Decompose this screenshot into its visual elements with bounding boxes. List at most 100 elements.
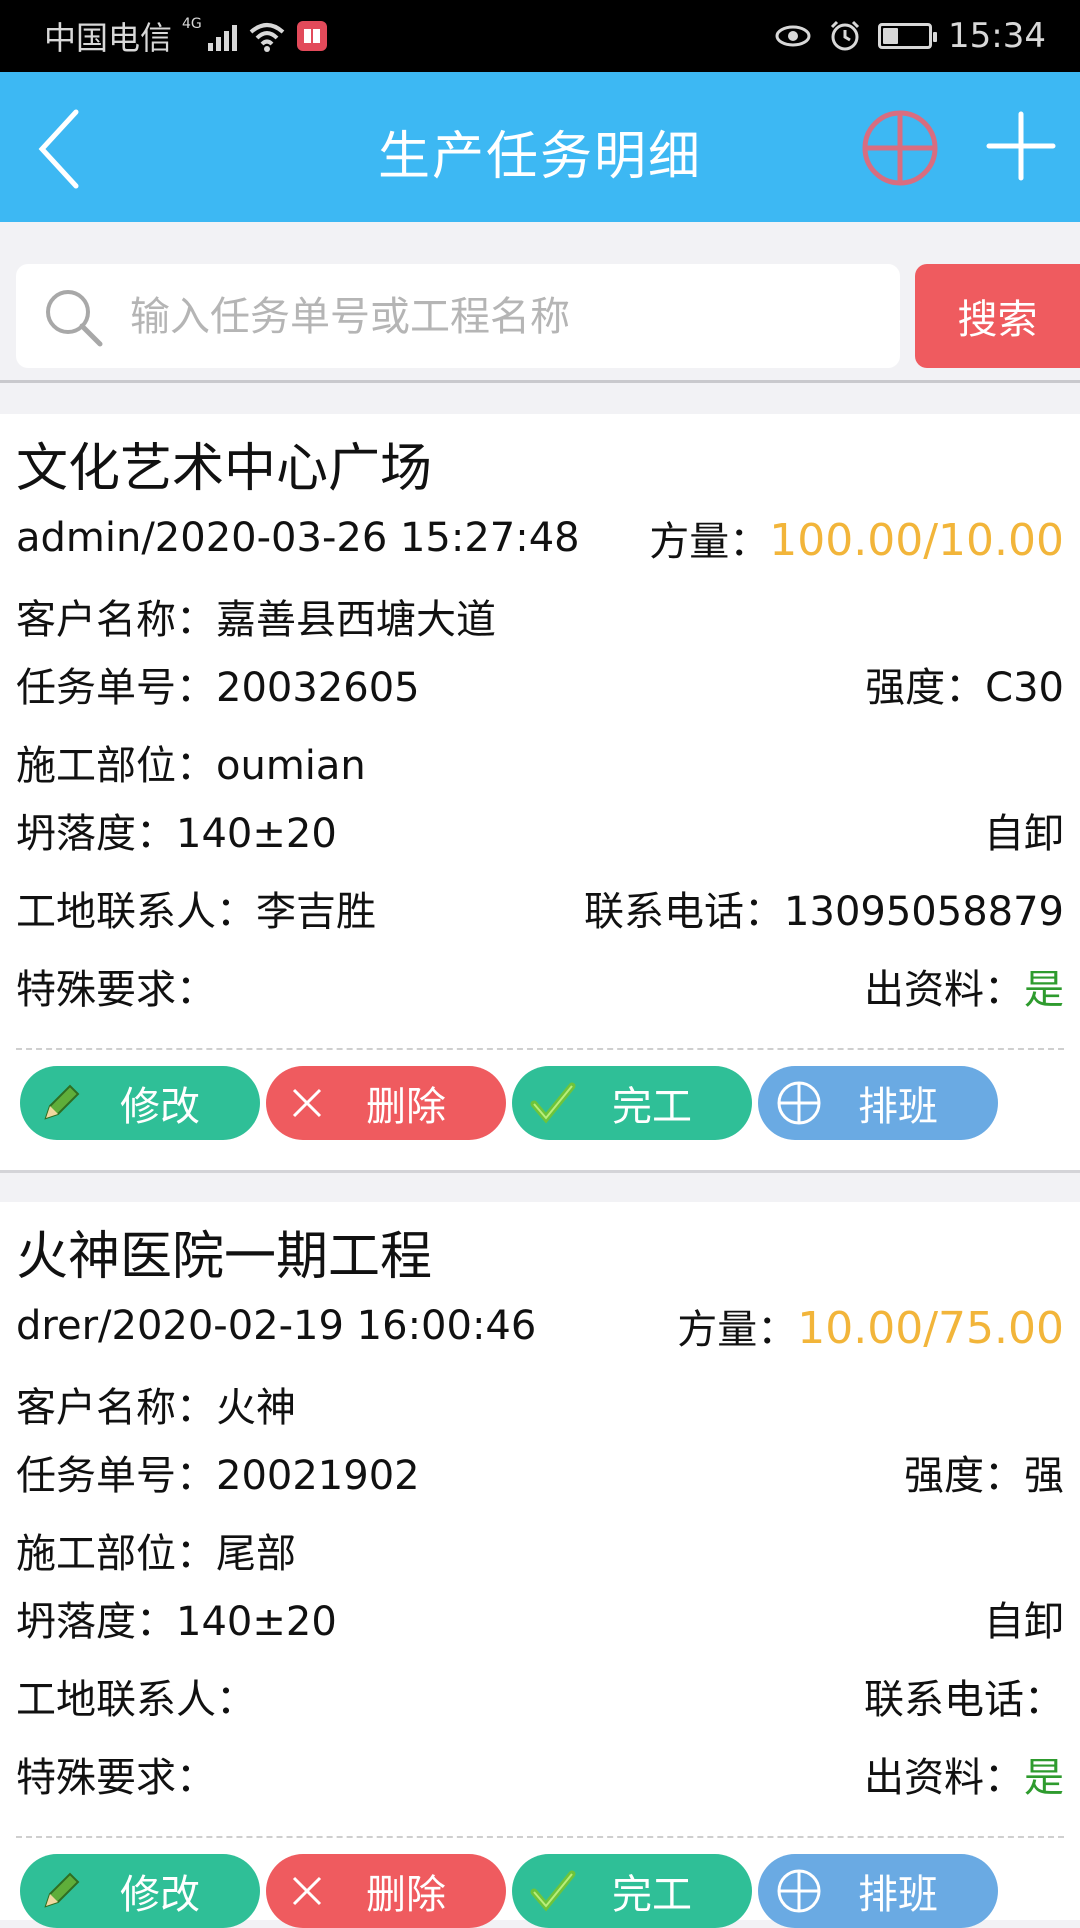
contact-row: 工地联系人：李吉胜 联系电话：13095058879: [16, 880, 1064, 936]
special-label: 特殊要求：: [16, 967, 216, 1013]
creator-time: drer/2020-02-19 16:00:46: [16, 1303, 537, 1349]
task-no-row: 任务单号：20021902 强度：强: [16, 1444, 1064, 1500]
site-part-value: oumian: [216, 743, 366, 789]
add-icon[interactable]: [985, 110, 1057, 182]
slump-value: 140±20: [176, 1599, 337, 1645]
edit-button[interactable]: 修改: [20, 1066, 260, 1140]
amount-value: 100.00/10.00: [769, 515, 1064, 566]
unload-mode: 自卸: [984, 811, 1064, 857]
phone-label: 联系电话：: [584, 889, 785, 935]
creator-amount-row: drer/2020-02-19 16:00:46 方量：10.00/75.00: [16, 1298, 1064, 1354]
special-row: 特殊要求： 出资料：是: [16, 1746, 1064, 1802]
task-no-label: 任务单号：: [16, 665, 216, 711]
slump-label: 坍落度：: [16, 1599, 176, 1645]
amount-label: 方量：: [677, 1307, 798, 1353]
delete-button[interactable]: 删除: [266, 1854, 506, 1928]
contact-row: 工地联系人： 联系电话：: [16, 1668, 1064, 1724]
slump-label: 坍落度：: [16, 811, 176, 857]
wifi-icon: [249, 23, 285, 52]
status-right: 15:34: [774, 16, 1046, 56]
creator-amount-row: admin/2020-03-26 15:27:48 方量：100.00/10.0…: [16, 510, 1064, 566]
task-no-value: 20021902: [216, 1453, 420, 1499]
carrier-name: 中国电信: [44, 19, 173, 57]
strength-label: 强度：: [865, 665, 986, 711]
unload-mode: 自卸: [984, 1599, 1064, 1645]
action-bar: 修改 删除 完工 排班: [20, 1854, 998, 1928]
edit-label: 修改: [120, 1872, 200, 1918]
schedule-button[interactable]: 排班: [758, 1854, 998, 1928]
edit-button[interactable]: 修改: [20, 1854, 260, 1928]
search-input[interactable]: [128, 264, 884, 370]
edit-label: 修改: [120, 1084, 200, 1130]
card-divider: [0, 1170, 1080, 1173]
divider: [0, 380, 1080, 383]
network-type: 4G: [182, 16, 202, 32]
delete-button[interactable]: 删除: [266, 1066, 506, 1140]
amount-field: 方量：100.00/10.00: [649, 509, 1064, 567]
strength-value: 强: [1024, 1453, 1064, 1499]
docs-label: 出资料：: [864, 1755, 1024, 1801]
creator-time: admin/2020-03-26 15:27:48: [16, 515, 580, 561]
amount-label: 方量：: [649, 519, 770, 565]
search-box: [16, 264, 900, 370]
docs-label: 出资料：: [864, 967, 1024, 1013]
delete-label: 删除: [366, 1084, 446, 1130]
schedule-button[interactable]: 排班: [758, 1066, 998, 1140]
docs-value: 是: [1024, 1755, 1064, 1801]
notification-app-icon: [296, 21, 327, 51]
project-name: 文化艺术中心广场: [16, 439, 433, 499]
schedule-label: 排班: [858, 1084, 938, 1130]
phone-value[interactable]: 13095058879: [784, 889, 1064, 935]
dashed-divider: [16, 1048, 1064, 1050]
slump-row: 坍落度：140±20 自卸: [16, 1590, 1064, 1646]
customer-row: 客户名称：嘉善县西塘大道: [16, 588, 1064, 644]
complete-button[interactable]: 完工: [512, 1854, 752, 1928]
phone-label: 联系电话：: [864, 1677, 1064, 1723]
slump-row: 坍落度：140±20 自卸: [16, 802, 1064, 858]
project-name: 火神医院一期工程: [16, 1227, 433, 1287]
strength-label: 强度：: [904, 1453, 1024, 1499]
customer-value: 嘉善县西塘大道: [216, 597, 496, 643]
search-icon: [46, 290, 103, 347]
customer-row: 客户名称：火神: [16, 1376, 1064, 1432]
complete-label: 完工: [612, 1084, 692, 1130]
customer-label: 客户名称：: [16, 1385, 216, 1431]
special-row: 特殊要求： 出资料：是: [16, 958, 1064, 1014]
clock-time: 15:34: [948, 16, 1046, 56]
search-button[interactable]: 搜索: [915, 264, 1080, 368]
search-bar: 搜索: [0, 252, 1080, 384]
site-part-value: 尾部: [216, 1531, 296, 1577]
nav-bar: 生产任务明细: [0, 72, 1080, 222]
amount-value: 10.00/75.00: [797, 1303, 1064, 1354]
task-no-row: 任务单号：20032605 强度：C30: [16, 656, 1064, 712]
customer-label: 客户名称：: [16, 597, 216, 643]
battery-level-fill: [883, 28, 899, 44]
site-part-label: 施工部位：: [16, 1531, 216, 1577]
slump-value: 140±20: [176, 811, 337, 857]
task-no-label: 任务单号：: [16, 1453, 216, 1499]
status-bar: 中国电信 4G 15:34: [0, 0, 1080, 72]
signal-icon: [207, 21, 237, 51]
crosshair-icon[interactable]: [860, 108, 940, 188]
site-part-row: 施工部位：尾部: [16, 1522, 1064, 1578]
alarm-icon: [830, 20, 860, 51]
contact-label: 工地联系人：: [16, 1677, 256, 1723]
contact-value: 李吉胜: [256, 889, 376, 935]
battery-icon: [878, 23, 938, 49]
eye-icon: [775, 25, 811, 47]
site-part-row: 施工部位：oumian: [16, 734, 1064, 790]
dashed-divider: [16, 1836, 1064, 1838]
task-card: 火神医院一期工程 drer/2020-02-19 16:00:46 方量：10.…: [0, 1202, 1080, 1928]
customer-value: 火神: [216, 1385, 296, 1431]
schedule-label: 排班: [858, 1872, 938, 1918]
amount-field: 方量：10.00/75.00: [677, 1297, 1064, 1355]
delete-label: 删除: [366, 1872, 446, 1918]
contact-label: 工地联系人：: [16, 889, 256, 935]
strength-value: C30: [985, 665, 1064, 711]
task-no-value: 20032605: [216, 665, 420, 711]
complete-button[interactable]: 完工: [512, 1066, 752, 1140]
docs-value: 是: [1024, 967, 1064, 1013]
status-left: 中国电信 4G: [44, 13, 327, 59]
site-part-label: 施工部位：: [16, 743, 216, 789]
action-bar: 修改 删除 完工 排班: [20, 1066, 998, 1140]
